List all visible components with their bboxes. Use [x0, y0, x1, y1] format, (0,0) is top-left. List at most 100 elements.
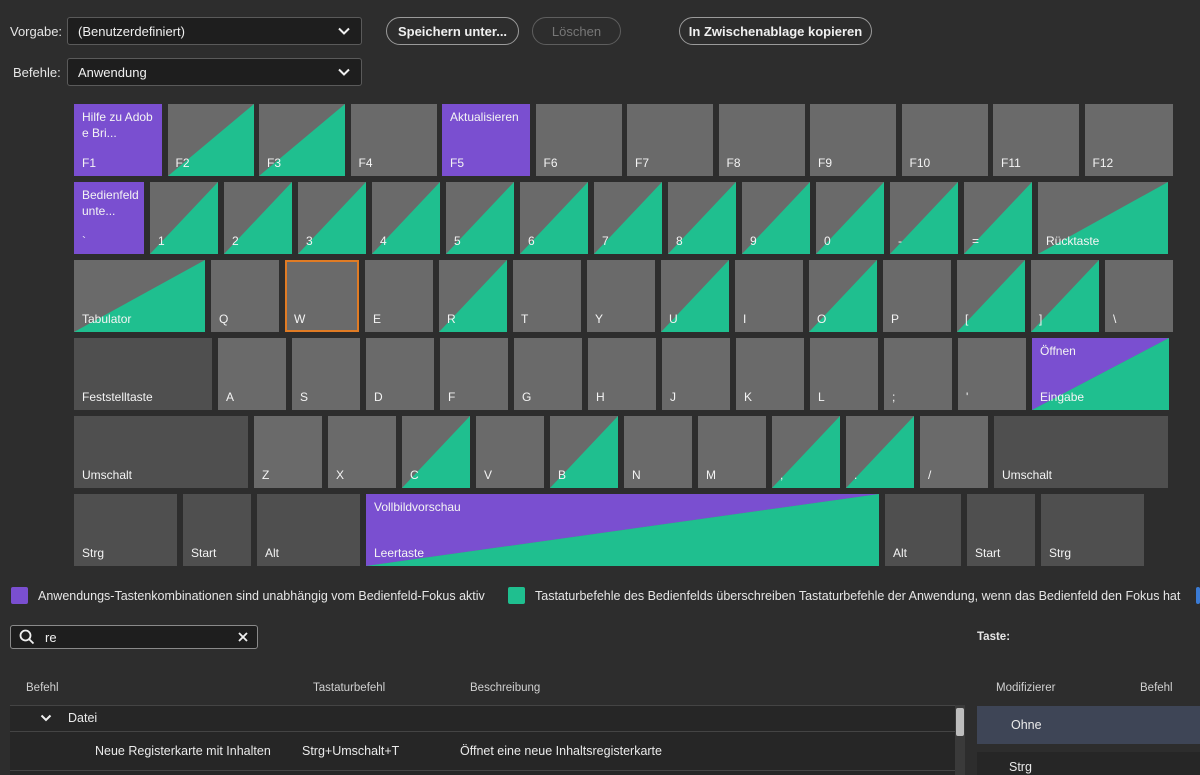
chevron-down-icon[interactable]: [40, 712, 52, 724]
key-f[interactable]: F: [440, 338, 508, 410]
key-label: Umschalt: [1002, 468, 1053, 482]
key-sym2-13[interactable]: \: [1105, 260, 1173, 332]
key-v[interactable]: V: [476, 416, 544, 488]
key-e[interactable]: E: [365, 260, 433, 332]
key-m[interactable]: M: [698, 416, 766, 488]
column-header-description[interactable]: Beschreibung: [470, 682, 540, 694]
key-c[interactable]: C: [402, 416, 470, 488]
modifier-row-ctrl[interactable]: Strg: [977, 752, 1200, 775]
key-sym4-10[interactable]: /: [920, 416, 988, 488]
key-f12[interactable]: F12: [1084, 104, 1173, 176]
key-leertaste[interactable]: Vollbildvorschau Leertaste: [366, 494, 879, 566]
key-3[interactable]: 3: [298, 182, 366, 254]
key-7[interactable]: 7: [594, 182, 662, 254]
key-z[interactable]: Z: [254, 416, 322, 488]
key-alt[interactable]: Alt: [885, 494, 961, 566]
key-strg[interactable]: Strg: [1041, 494, 1144, 566]
key-tabulator[interactable]: Tabulator: [74, 260, 205, 332]
search-field[interactable]: re: [10, 625, 258, 649]
key-label: ;: [892, 390, 896, 404]
key-6[interactable]: 6: [520, 182, 588, 254]
key-f1[interactable]: Hilfe zu Adobe Bri... F1: [74, 104, 162, 176]
key-l[interactable]: L: [810, 338, 878, 410]
key-1[interactable]: 1: [150, 182, 218, 254]
key-k[interactable]: K: [736, 338, 804, 410]
key-f5[interactable]: Aktualisieren F5: [442, 104, 530, 176]
key-a[interactable]: A: [218, 338, 286, 410]
key-sym1-12[interactable]: =: [964, 182, 1032, 254]
key-y[interactable]: Y: [587, 260, 655, 332]
key-g[interactable]: G: [514, 338, 582, 410]
key-b[interactable]: B: [550, 416, 618, 488]
column-header-shortcut[interactable]: Tastaturbefehl: [313, 682, 385, 694]
key-label: ,: [780, 468, 784, 482]
key-sym4-9[interactable]: .: [846, 416, 914, 488]
key-f8[interactable]: F8: [718, 104, 805, 176]
key-eingabe[interactable]: Öffnen Eingabe: [1032, 338, 1169, 410]
key-sym1-0[interactable]: Bedienfeld unte... `: [74, 182, 144, 254]
key-q[interactable]: Q: [211, 260, 279, 332]
key-f4[interactable]: F4: [350, 104, 437, 176]
key-h[interactable]: H: [588, 338, 656, 410]
key-9[interactable]: 9: [742, 182, 810, 254]
key-f6[interactable]: F6: [535, 104, 622, 176]
key-0[interactable]: 0: [816, 182, 884, 254]
key-label: 4: [380, 234, 387, 248]
key-f10[interactable]: F10: [901, 104, 988, 176]
key-w[interactable]: W: [285, 260, 359, 332]
scrollbar-thumb[interactable]: [956, 708, 964, 736]
key-alt[interactable]: Alt: [257, 494, 360, 566]
key-label: Leertaste: [374, 546, 425, 560]
key-j[interactable]: J: [662, 338, 730, 410]
key-strg[interactable]: Strg: [74, 494, 177, 566]
table-row[interactable]: Neue Registerkarte mit Inhalten Strg+Ums…: [10, 738, 955, 764]
key-p[interactable]: P: [883, 260, 951, 332]
key-f3[interactable]: F3: [259, 104, 345, 176]
legend-purple-swatch: [11, 587, 28, 604]
key-n[interactable]: N: [624, 416, 692, 488]
key-o[interactable]: O: [809, 260, 877, 332]
key-5[interactable]: 5: [446, 182, 514, 254]
key-sym2-11[interactable]: [: [957, 260, 1025, 332]
key-label: V: [484, 468, 493, 482]
key-r[interactable]: R: [439, 260, 507, 332]
search-input[interactable]: re: [45, 630, 237, 645]
key-label: F8: [726, 156, 741, 170]
key-umschalt[interactable]: Umschalt: [74, 416, 248, 488]
key-f2[interactable]: F2: [167, 104, 254, 176]
key-start[interactable]: Start: [967, 494, 1035, 566]
column-header-modifier[interactable]: Modifizierer: [996, 682, 1055, 694]
key-8[interactable]: 8: [668, 182, 736, 254]
key-label: F4: [358, 156, 373, 170]
key-rücktaste[interactable]: Rücktaste: [1038, 182, 1168, 254]
key-sym3-11[interactable]: ': [958, 338, 1026, 410]
key-label: C: [410, 468, 419, 482]
key-start[interactable]: Start: [183, 494, 251, 566]
key-f9[interactable]: F9: [810, 104, 896, 176]
clear-icon[interactable]: [237, 631, 249, 643]
key-sym4-8[interactable]: ,: [772, 416, 840, 488]
key-4[interactable]: 4: [372, 182, 440, 254]
key-umschalt[interactable]: Umschalt: [994, 416, 1168, 488]
key-label: F6: [543, 156, 558, 170]
group-row-file[interactable]: Datei: [40, 705, 97, 731]
key-u[interactable]: U: [661, 260, 729, 332]
key-sym1-11[interactable]: -: [890, 182, 958, 254]
key-i[interactable]: I: [735, 260, 803, 332]
key-label: F7: [635, 156, 650, 170]
key-2[interactable]: 2: [224, 182, 292, 254]
key-label: 1: [158, 234, 165, 248]
column-header-command[interactable]: Befehl: [26, 682, 59, 694]
key-s[interactable]: S: [292, 338, 360, 410]
key-sym2-12[interactable]: ]: [1031, 260, 1099, 332]
row-command: Neue Registerkarte mit Inhalten: [95, 744, 271, 758]
column-header-command-right[interactable]: Befehl: [1140, 682, 1173, 694]
key-t[interactable]: T: [513, 260, 581, 332]
key-sym3-10[interactable]: ;: [884, 338, 952, 410]
key-d[interactable]: D: [366, 338, 434, 410]
key-x[interactable]: X: [328, 416, 396, 488]
modifier-row-none[interactable]: Ohne: [977, 706, 1200, 744]
key-f7[interactable]: F7: [627, 104, 713, 176]
key-feststelltaste[interactable]: Feststelltaste: [74, 338, 212, 410]
key-f11[interactable]: F11: [993, 104, 1079, 176]
